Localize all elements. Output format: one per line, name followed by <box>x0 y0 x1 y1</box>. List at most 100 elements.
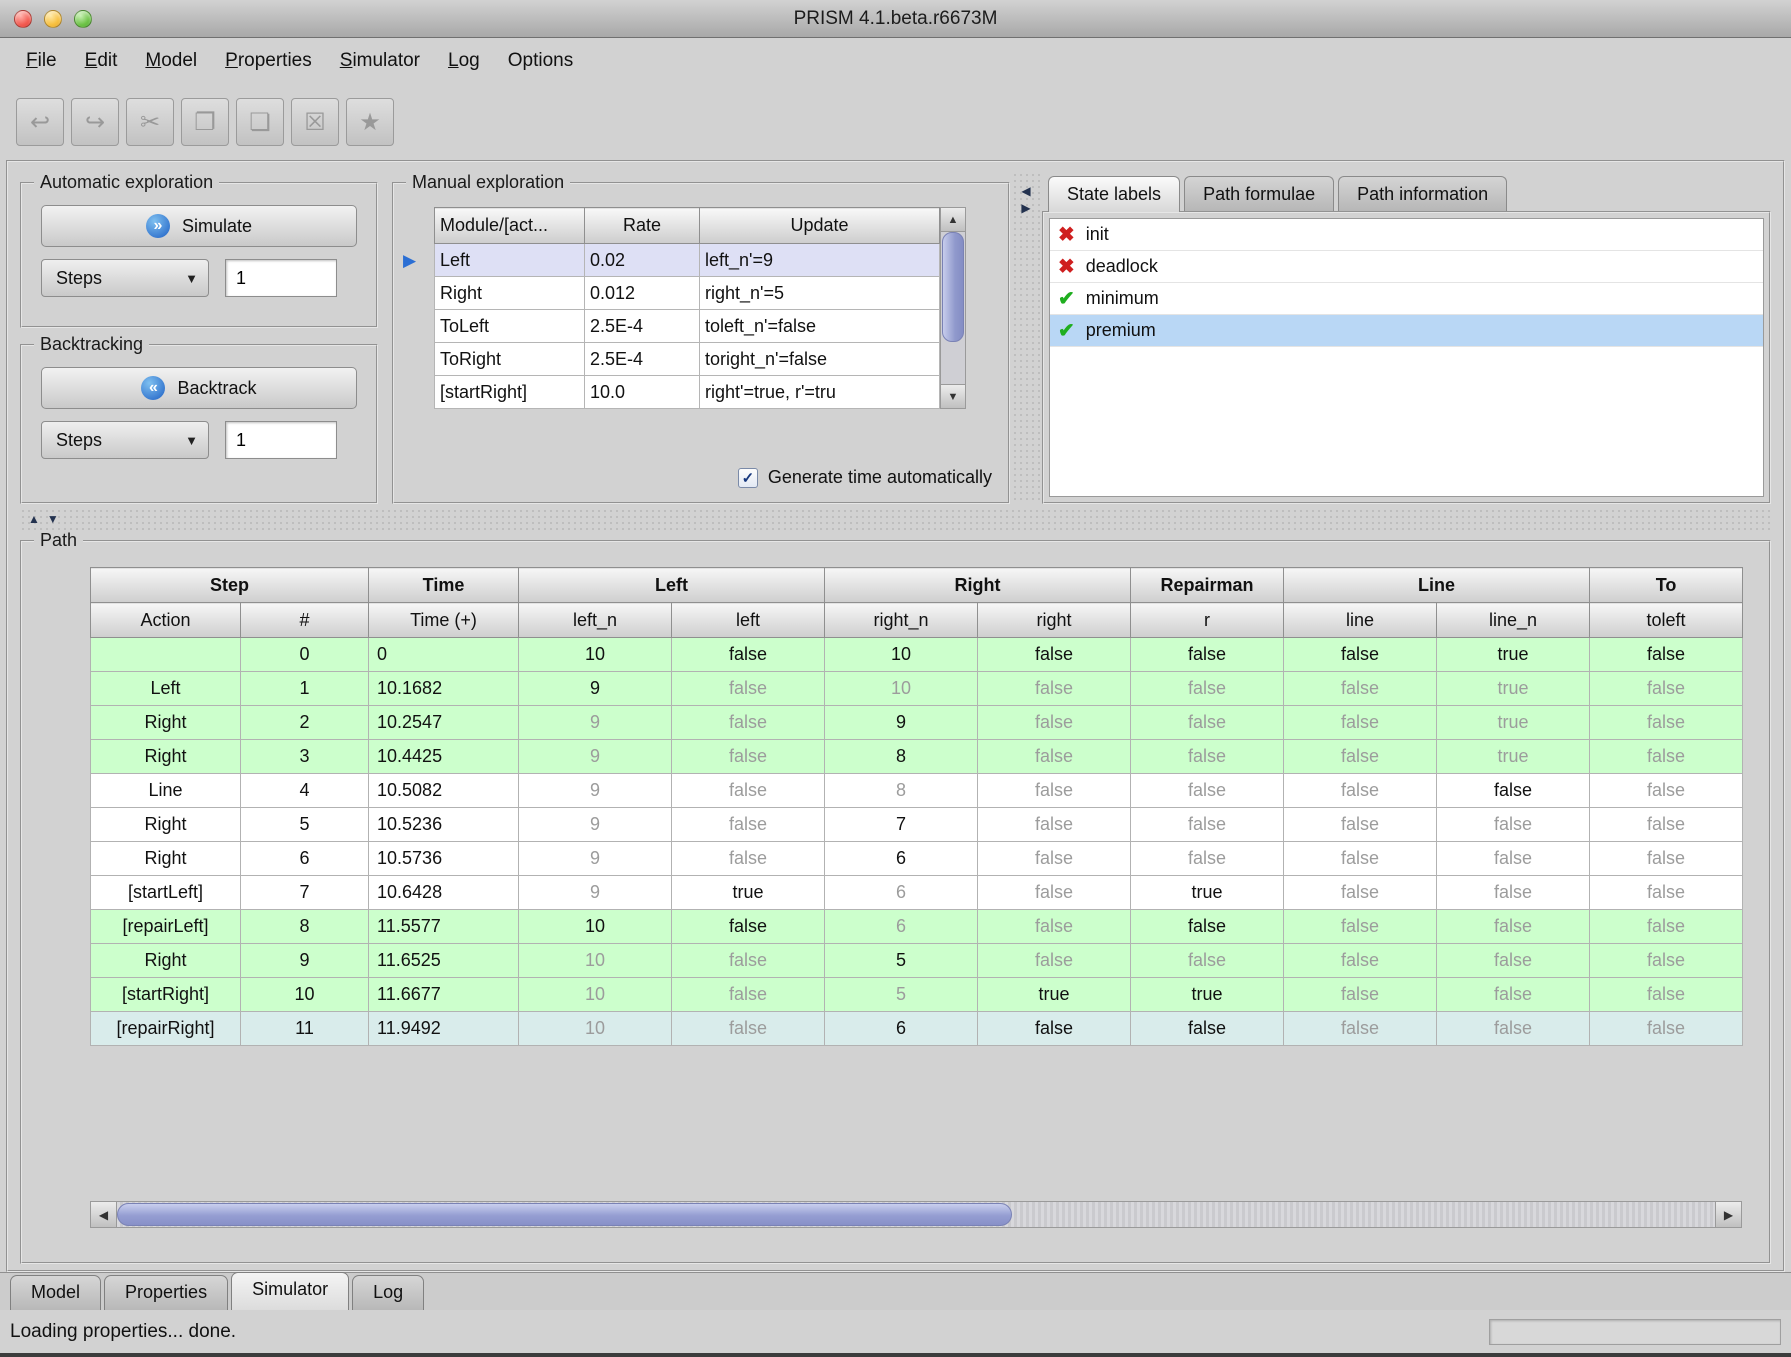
path-col-header[interactable]: toleft <box>1590 603 1743 638</box>
cut-button[interactable]: ✂ <box>126 98 174 146</box>
simulate-button[interactable]: » Simulate <box>41 205 357 247</box>
path-time-cell: 11.6525 <box>369 944 519 978</box>
path-step-row[interactable]: Right610.57369false6falsefalsefalsefalse… <box>91 842 1743 876</box>
menu-log[interactable]: Log <box>434 44 494 78</box>
splitter-up-icon[interactable]: ▲ <box>28 512 40 526</box>
path-col-header[interactable]: right <box>978 603 1131 638</box>
redo-arrow-icon: ↪ <box>85 108 105 137</box>
splitter-down-icon[interactable]: ▼ <box>47 512 59 526</box>
minimize-window-button[interactable] <box>44 10 62 28</box>
manual-table-scrollbar[interactable]: ▲ ▼ <box>940 207 966 409</box>
generate-time-row: ✓ Generate time automatically <box>406 467 996 488</box>
path-step-row[interactable]: Left110.16829false10falsefalsefalsetruef… <box>91 672 1743 706</box>
path-value-cell: false <box>1590 706 1743 740</box>
splitter-right-icon[interactable]: ▶ <box>1021 201 1030 215</box>
menu-edit[interactable]: Edit <box>71 44 132 78</box>
simulator-panel: Automatic exploration » Simulate Steps ▼… <box>6 160 1785 1272</box>
path-col-header[interactable]: right_n <box>825 603 978 638</box>
backtrack-button[interactable]: « Backtrack <box>41 367 357 409</box>
scrollbar-track[interactable] <box>941 232 965 384</box>
manual-transition-row[interactable]: ToRight2.5E-4toright_n'=false <box>435 343 940 376</box>
scrollbar-track[interactable] <box>117 1202 1715 1227</box>
path-table-scrollbar[interactable]: ◀ ▶ <box>90 1201 1742 1228</box>
delete-button[interactable]: ☒ <box>291 98 339 146</box>
path-col-header[interactable]: Action <box>91 603 241 638</box>
manual-col-header[interactable]: Update <box>700 208 940 244</box>
manual-transition-row[interactable]: Left0.02left_n'=9 <box>435 244 940 277</box>
horizontal-splitter[interactable]: ▲ ▼ <box>20 508 1771 530</box>
path-step-row[interactable]: [startLeft]710.64289true6falsetruefalsef… <box>91 876 1743 910</box>
scrollbar-thumb[interactable] <box>942 232 964 342</box>
tab-state-labels[interactable]: State labels <box>1048 176 1180 212</box>
state-label-init[interactable]: ✖init <box>1050 219 1763 251</box>
path-col-header[interactable]: line <box>1284 603 1437 638</box>
path-step-row[interactable]: Line410.50829false8falsefalsefalsefalsef… <box>91 774 1743 808</box>
path-table: StepTimeLeftRightRepairmanLineToAction#T… <box>90 567 1743 1046</box>
generate-time-checkbox[interactable]: ✓ <box>738 468 758 488</box>
state-label-deadlock[interactable]: ✖deadlock <box>1050 251 1763 283</box>
path-step-row[interactable]: [repairRight]1111.949210false6falsefalse… <box>91 1012 1743 1046</box>
menu-file[interactable]: File <box>12 44 71 78</box>
path-col-header[interactable]: left <box>672 603 825 638</box>
menu-simulator[interactable]: Simulator <box>326 44 434 78</box>
menu-model[interactable]: Model <box>131 44 211 78</box>
path-step-cell: 7 <box>241 876 369 910</box>
simulate-steps-input[interactable] <box>225 259 337 297</box>
vertical-splitter[interactable]: ◀ ▶ <box>1012 172 1040 504</box>
splitter-left-icon[interactable]: ◀ <box>1021 184 1030 198</box>
path-step-row[interactable]: Right210.25479false9falsefalsefalsetruef… <box>91 706 1743 740</box>
path-step-row[interactable]: [repairLeft]811.557710false6falsefalsefa… <box>91 910 1743 944</box>
path-value-cell: false <box>1590 672 1743 706</box>
menu-options[interactable]: Options <box>494 44 587 78</box>
path-step-row[interactable]: Right510.52369false7falsefalsefalsefalse… <box>91 808 1743 842</box>
path-col-header[interactable]: r <box>1131 603 1284 638</box>
path-value-cell: false <box>672 740 825 774</box>
main-tab-bar: ModelPropertiesSimulatorLog <box>0 1272 1791 1310</box>
path-col-header[interactable]: # <box>241 603 369 638</box>
backtrack-steps-dropdown[interactable]: Steps ▼ <box>41 421 209 459</box>
paste-button[interactable]: ❏ <box>236 98 284 146</box>
simulate-steps-dropdown[interactable]: Steps ▼ <box>41 259 209 297</box>
menu-properties[interactable]: Properties <box>211 44 326 78</box>
manual-transition-row[interactable]: [startRight]10.0right'=true, r'=tru <box>435 376 940 409</box>
manual-transition-row[interactable]: Right0.012right_n'=5 <box>435 277 940 310</box>
zoom-window-button[interactable] <box>74 10 92 28</box>
manual-cell: toleft_n'=false <box>700 310 940 343</box>
manual-transition-row[interactable]: ToLeft2.5E-4toleft_n'=false <box>435 310 940 343</box>
simulate-steps-dropdown-label: Steps <box>56 268 102 289</box>
main-tab-properties[interactable]: Properties <box>104 1275 228 1310</box>
path-col-header[interactable]: Time (+) <box>369 603 519 638</box>
path-step-row[interactable]: 0010false10falsefalsefalsetruefalse <box>91 638 1743 672</box>
path-value-cell: 6 <box>825 842 978 876</box>
scrollbar-thumb[interactable] <box>117 1203 1012 1226</box>
path-col-header[interactable]: left_n <box>519 603 672 638</box>
state-label-name: deadlock <box>1086 256 1158 277</box>
scroll-down-button[interactable]: ▼ <box>941 384 965 408</box>
redo-arrow-button[interactable]: ↪ <box>71 98 119 146</box>
state-label-minimum[interactable]: ✔minimum <box>1050 283 1763 315</box>
tab-path-information[interactable]: Path information <box>1338 176 1507 212</box>
path-step-cell: 6 <box>241 842 369 876</box>
manual-col-header[interactable]: Rate <box>585 208 700 244</box>
path-step-row[interactable]: Right911.652510false5falsefalsefalsefals… <box>91 944 1743 978</box>
state-label-premium[interactable]: ✔premium <box>1050 315 1763 347</box>
path-col-header[interactable]: line_n <box>1437 603 1590 638</box>
path-step-row[interactable]: Right310.44259false8falsefalsefalsetruef… <box>91 740 1743 774</box>
scroll-right-button[interactable]: ▶ <box>1715 1202 1741 1227</box>
backtrack-rewind-icon: « <box>141 376 165 400</box>
copy-button[interactable]: ❐ <box>181 98 229 146</box>
close-window-button[interactable] <box>14 10 32 28</box>
manual-col-header[interactable]: Module/[act... <box>435 208 585 244</box>
path-step-row[interactable]: [startRight]1011.667710false5truetruefal… <box>91 978 1743 1012</box>
scroll-up-button[interactable]: ▲ <box>941 208 965 232</box>
path-action-cell: [startLeft] <box>91 876 241 910</box>
undo-arrow-button[interactable]: ↩ <box>16 98 64 146</box>
main-tab-log[interactable]: Log <box>352 1275 424 1310</box>
star-button[interactable]: ★ <box>346 98 394 146</box>
backtrack-steps-input[interactable] <box>225 421 337 459</box>
main-tab-model[interactable]: Model <box>10 1275 101 1310</box>
main-tab-simulator[interactable]: Simulator <box>231 1272 349 1310</box>
cross-icon: ✖ <box>1058 225 1075 245</box>
tab-path-formulae[interactable]: Path formulae <box>1184 176 1334 212</box>
scroll-left-button[interactable]: ◀ <box>91 1202 117 1227</box>
